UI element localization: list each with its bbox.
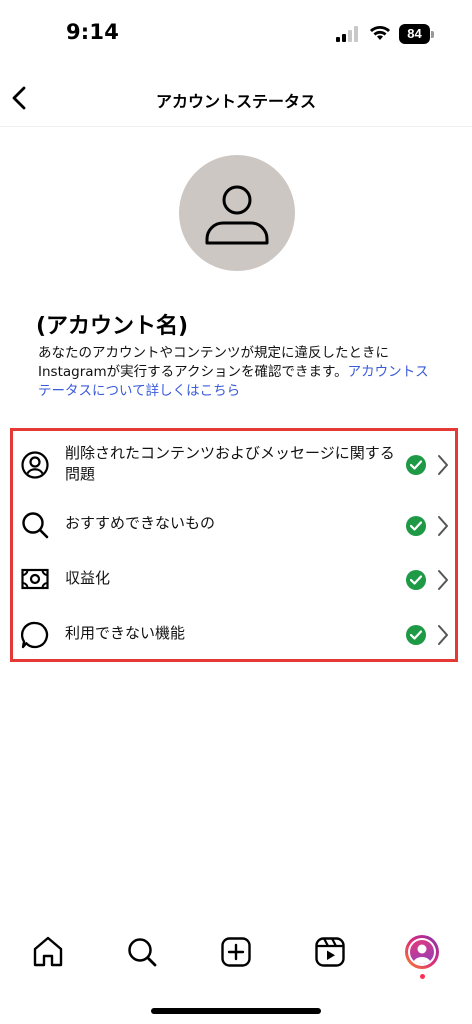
create-post-icon[interactable]	[218, 934, 254, 970]
bottom-nav	[0, 926, 472, 986]
profile-avatar-image	[410, 940, 434, 964]
status-bar: 9:14 84	[0, 0, 472, 70]
list-item-unavailable-features[interactable]: 利用できない機能	[13, 607, 455, 659]
battery-level: 84	[399, 24, 430, 44]
list-item-removed-content[interactable]: 削除されたコンテンツおよびメッセージに関する問題	[13, 431, 455, 501]
header: アカウントステータス	[0, 70, 472, 127]
check-icon	[406, 625, 426, 645]
reels-icon[interactable]	[312, 934, 348, 970]
avatar	[179, 155, 295, 271]
signal-icon	[336, 26, 358, 42]
wifi-icon	[370, 26, 390, 40]
money-icon	[21, 568, 49, 590]
description-text: あなたのアカウントやコンテンツが規定に違反したときにInstagramが実行する…	[38, 345, 389, 380]
profile-tab-avatar[interactable]	[405, 935, 439, 969]
item-label: 収益化	[65, 569, 111, 587]
chat-bubble-icon	[21, 621, 49, 649]
list-item-not-recommended[interactable]: おすすめできないもの	[13, 501, 455, 553]
search-icon	[22, 512, 49, 539]
battery-indicator: 84	[399, 24, 435, 44]
item-label: 利用できない機能	[65, 624, 186, 642]
chevron-right-icon	[438, 570, 448, 590]
profile-person-icon	[413, 944, 431, 964]
check-icon	[406, 570, 426, 590]
list-item-monetization[interactable]: 収益化	[13, 553, 455, 607]
search-icon[interactable]	[124, 934, 160, 970]
home-icon[interactable]	[30, 934, 66, 970]
status-list: 削除されたコンテンツおよびメッセージに関する問題 おすすめできないもの 収益化	[10, 428, 458, 662]
page-title: アカウントステータス	[155, 92, 316, 111]
person-icon	[205, 185, 269, 245]
item-label: 削除されたコンテンツおよびメッセージに関する問題	[65, 444, 395, 483]
account-status-description: あなたのアカウントやコンテンツが規定に違反したときにInstagramが実行する…	[38, 344, 438, 401]
person-circle-icon	[21, 451, 49, 479]
account-name: (アカウント名)	[36, 314, 189, 339]
profile-avatar-border	[408, 938, 436, 966]
notification-dot	[420, 974, 425, 979]
chevron-right-icon	[438, 516, 448, 536]
battery-tip	[431, 31, 434, 38]
item-label: おすすめできないもの	[65, 514, 216, 532]
chevron-right-icon	[438, 625, 448, 645]
check-icon	[406, 455, 426, 475]
chevron-right-icon	[438, 455, 448, 475]
home-indicator	[151, 1008, 321, 1014]
check-icon	[406, 516, 426, 536]
status-time: 9:14	[66, 20, 120, 44]
